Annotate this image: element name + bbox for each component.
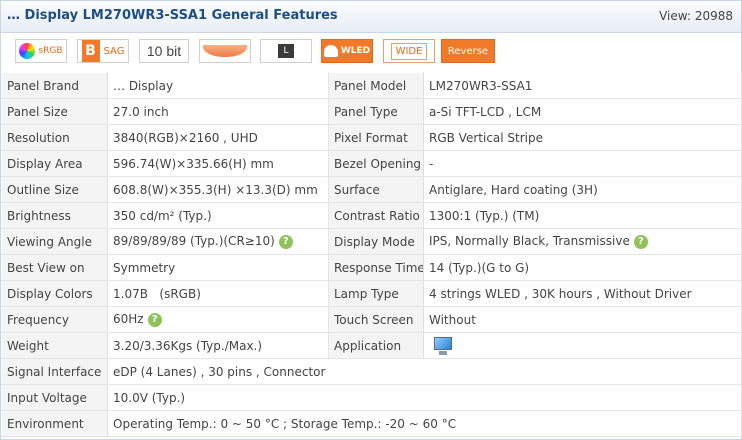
spec-label: Weight <box>1 332 108 359</box>
spec-value: 1.07B (sRGB) <box>107 280 329 307</box>
spec-label: Frequency <box>1 306 108 333</box>
spec-label: Contrast Ratio <box>328 202 424 229</box>
spec-label: Bezel Opening <box>328 150 424 177</box>
question-icon[interactable]: ? <box>278 234 293 249</box>
spec-value: 10.0V (Typ.) <box>107 384 742 411</box>
spec-label: Signal Interface <box>1 358 108 385</box>
spec-value: eDP (4 Lanes) , 30 pins , Connector <box>107 358 742 385</box>
screen-shape-badge <box>199 39 251 63</box>
table-row: Outline Size 608.8(W)×355.3(H) ×13.3(D) … <box>1 176 742 203</box>
feature-badges: sRGB B SAG 10 bit L WLED WIDE Reverse <box>1 34 741 70</box>
view-counter-label: View: <box>659 9 691 23</box>
sag-badge: B SAG <box>77 39 129 63</box>
spec-label: Application <box>328 332 424 359</box>
led-dome-icon <box>323 45 338 57</box>
view-counter: View: 20988 <box>659 9 733 23</box>
table-row: Viewing Angle 89/89/89/89 (Typ.)(CR≥10)?… <box>1 228 742 255</box>
spec-label: Surface <box>328 176 424 203</box>
panel-header: … Display LM270WR3-SSA1 General Features… <box>1 1 741 33</box>
wide-badge: WIDE <box>383 39 435 63</box>
spec-value: 60Hz <box>113 312 144 327</box>
color-wheel-icon <box>19 43 36 59</box>
spec-value: RGB Vertical Stripe <box>423 124 742 151</box>
srgb-badge: sRGB <box>15 39 67 63</box>
spec-label: Pixel Format <box>328 124 424 151</box>
spec-value-with-help: 60Hz? <box>107 306 329 333</box>
page-title: … Display LM270WR3-SSA1 General Features <box>7 8 338 23</box>
spec-label: Panel Type <box>328 98 424 125</box>
spec-label: Resolution <box>1 124 108 151</box>
spec-label: Brightness <box>1 202 108 229</box>
spec-value: 3.20/3.36Kgs (Typ./Max.) <box>107 332 329 359</box>
spec-value-with-help: IPS, Normally Black, Transmissive? <box>423 228 742 255</box>
table-row: Frequency 60Hz? Touch Screen Without <box>1 306 742 333</box>
spec-value: 608.8(W)×355.3(H) ×13.3(D) mm <box>107 176 329 203</box>
l-badge: L <box>260 39 312 63</box>
question-icon[interactable]: ? <box>633 234 648 249</box>
spec-value: Antiglare, Hard coating (3H) <box>423 176 742 203</box>
question-icon[interactable]: ? <box>147 312 162 327</box>
application-cell <box>423 332 742 359</box>
spec-label: Panel Brand <box>1 72 108 99</box>
reverse-badge: Reverse <box>441 39 495 63</box>
spec-label: Display Area <box>1 150 108 177</box>
spec-value: Symmetry <box>107 254 329 281</box>
spec-value: - <box>423 150 742 177</box>
wide-badge-label: WIDE <box>390 42 428 60</box>
spec-label: Response Time <box>328 254 424 281</box>
spec-value: Without <box>423 306 742 333</box>
view-counter-value: 20988 <box>694 9 733 23</box>
spec-label: Environment <box>1 410 108 437</box>
srgb-badge-label: sRGB <box>38 46 63 56</box>
spec-value: 3840(RGB)×2160 , UHD <box>107 124 329 151</box>
spec-label: Display Colors <box>1 280 108 307</box>
spec-value: Operating Temp.: 0 ~ 50 °C ; Storage Tem… <box>107 410 742 437</box>
spec-value: 27.0 inch <box>107 98 329 125</box>
spec-label: Input Voltage <box>1 384 108 411</box>
table-row: Input Voltage 10.0V (Typ.) <box>1 384 742 411</box>
table-row: Brightness 350 cd/m² (Typ.) Contrast Rat… <box>1 202 742 229</box>
table-row: Panel Size 27.0 inch Panel Type a-Si TFT… <box>1 98 742 125</box>
spec-table: Panel Brand … Display Panel Model LM270W… <box>1 72 742 437</box>
table-row: Panel Brand … Display Panel Model LM270W… <box>1 72 742 99</box>
wled-badge-label: WLED <box>340 46 371 56</box>
spec-label: Best View on <box>1 254 108 281</box>
spec-value: 14 (Typ.)(G to G) <box>423 254 742 281</box>
spec-value-with-help: 89/89/89/89 (Typ.)(CR≥10)? <box>107 228 329 255</box>
spec-label: Viewing Angle <box>1 228 108 255</box>
table-row: Display Colors 1.07B (sRGB) Lamp Type 4 … <box>1 280 742 307</box>
sag-badge-prefix: B <box>81 40 100 62</box>
spec-label: Outline Size <box>1 176 108 203</box>
spec-value: IPS, Normally Black, Transmissive <box>429 234 630 249</box>
spec-value: … Display <box>107 72 329 99</box>
spec-value: a-Si TFT-LCD , LCM <box>423 98 742 125</box>
spec-label: Touch Screen <box>328 306 424 333</box>
spec-value: LM270WR3-SSA1 <box>423 72 742 99</box>
table-row: Display Area 596.74(W)×335.66(H) mm Beze… <box>1 150 742 177</box>
table-row: Weight 3.20/3.36Kgs (Typ./Max.) Applicat… <box>1 332 742 359</box>
wled-badge: WLED <box>321 39 373 63</box>
table-row: Environment Operating Temp.: 0 ~ 50 °C ;… <box>1 410 742 437</box>
spec-panel: … Display LM270WR3-SSA1 General Features… <box>0 0 742 440</box>
spec-value: 89/89/89/89 (Typ.)(CR≥10) <box>113 234 275 249</box>
spec-value: 350 cd/m² (Typ.) <box>107 202 329 229</box>
l-badge-label: L <box>278 44 294 58</box>
spec-value: 4 strings WLED , 30K hours , Without Dri… <box>423 280 742 307</box>
spec-label: Panel Model <box>328 72 424 99</box>
screen-shape-icon <box>203 45 247 57</box>
table-row: Resolution 3840(RGB)×2160 , UHD Pixel Fo… <box>1 124 742 151</box>
spec-label: Lamp Type <box>328 280 424 307</box>
spec-label: Display Mode <box>328 228 424 255</box>
spec-value: 1300:1 (Typ.) (TM) <box>423 202 742 229</box>
table-row: Signal Interface eDP (4 Lanes) , 30 pins… <box>1 358 742 385</box>
sag-badge-label: SAG <box>103 45 125 57</box>
bit-depth-badge: 10 bit <box>139 39 189 63</box>
spec-value: 596.74(W)×335.66(H) mm <box>107 150 329 177</box>
monitor-icon <box>433 336 453 356</box>
table-row: Best View on Symmetry Response Time 14 (… <box>1 254 742 281</box>
spec-label: Panel Size <box>1 98 108 125</box>
